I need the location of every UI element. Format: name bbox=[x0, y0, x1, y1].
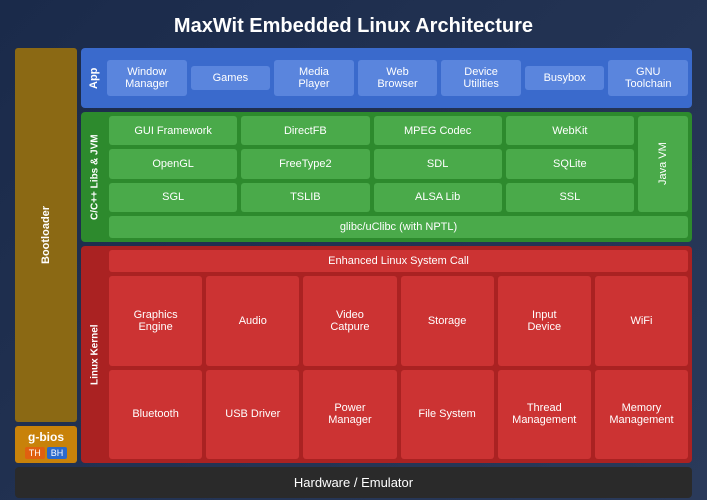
audio-item: Audio bbox=[206, 276, 299, 366]
libs-row-2: OpenGL FreeType2 SDL SQLite bbox=[109, 149, 634, 178]
gbios-box: g-bios TH BH bbox=[15, 426, 77, 463]
sgl-item: SGL bbox=[109, 183, 237, 212]
bh-badge: BH bbox=[47, 447, 68, 459]
javavm-item: Java VM bbox=[638, 116, 688, 212]
arch-body: Bootloader g-bios TH BH App WindowManage… bbox=[15, 48, 692, 463]
app-items: WindowManager Games MediaPlayer WebBrows… bbox=[107, 52, 688, 104]
input-device-item: InputDevice bbox=[498, 276, 591, 366]
bluetooth-item: Bluetooth bbox=[109, 370, 202, 460]
libs-layer: C/C++ Libs & JVM GUI Framework DirectFB … bbox=[81, 112, 692, 242]
libs-with-jvm: GUI Framework DirectFB MPEG Codec WebKit… bbox=[109, 116, 688, 212]
device-utilities-item: DeviceUtilities bbox=[441, 60, 521, 96]
directfb-item: DirectFB bbox=[241, 116, 369, 145]
kernel-layer-label: Linux Kernel bbox=[85, 250, 105, 459]
glibc-bar: glibc/uClibc (with NPTL) bbox=[109, 216, 688, 238]
busybox-item: Busybox bbox=[525, 66, 605, 90]
memory-management-item: MemoryManagement bbox=[595, 370, 688, 460]
libs-layer-label: C/C++ Libs & JVM bbox=[85, 116, 105, 238]
libs-row-1: GUI Framework DirectFB MPEG Codec WebKit bbox=[109, 116, 634, 145]
ssl-item: SSL bbox=[506, 183, 634, 212]
kernel-row-2: Bluetooth USB Driver PowerManager File S… bbox=[109, 370, 688, 460]
web-browser-item: WebBrowser bbox=[358, 60, 438, 96]
bootloader-column: Bootloader g-bios TH BH bbox=[15, 48, 77, 463]
layers-column: App WindowManager Games MediaPlayer WebB… bbox=[81, 48, 692, 463]
main-container: MaxWit Embedded Linux Architecture Bootl… bbox=[0, 0, 707, 500]
kernel-content: Enhanced Linux System Call GraphicsEngin… bbox=[109, 250, 688, 459]
gbios-title: g-bios bbox=[28, 430, 64, 444]
video-capture-item: VideoCatpure bbox=[303, 276, 396, 366]
opengl-item: OpenGL bbox=[109, 149, 237, 178]
gbios-badges: TH BH bbox=[25, 447, 68, 459]
hardware-bar: Hardware / Emulator bbox=[15, 467, 692, 498]
kernel-row-1: GraphicsEngine Audio VideoCatpure Storag… bbox=[109, 276, 688, 366]
app-layer: App WindowManager Games MediaPlayer WebB… bbox=[81, 48, 692, 108]
libs-row-3: SGL TSLIB ALSA Lib SSL bbox=[109, 183, 634, 212]
sdl-item: SDL bbox=[374, 149, 502, 178]
usb-driver-item: USB Driver bbox=[206, 370, 299, 460]
enhanced-bar: Enhanced Linux System Call bbox=[109, 250, 688, 272]
freetype2-item: FreeType2 bbox=[241, 149, 369, 178]
app-layer-label: App bbox=[85, 52, 103, 104]
alsa-lib-item: ALSA Lib bbox=[374, 183, 502, 212]
mpeg-codec-item: MPEG Codec bbox=[374, 116, 502, 145]
tslib-item: TSLIB bbox=[241, 183, 369, 212]
bootloader-label: Bootloader bbox=[15, 48, 77, 422]
sqlite-item: SQLite bbox=[506, 149, 634, 178]
wifi-item: WiFi bbox=[595, 276, 688, 366]
page-title: MaxWit Embedded Linux Architecture bbox=[15, 10, 692, 38]
libs-content: GUI Framework DirectFB MPEG Codec WebKit… bbox=[109, 116, 688, 238]
gui-framework-item: GUI Framework bbox=[109, 116, 237, 145]
games-item: Games bbox=[191, 66, 271, 90]
file-system-item: File System bbox=[401, 370, 494, 460]
storage-item: Storage bbox=[401, 276, 494, 366]
gnu-toolchain-item: GNUToolchain bbox=[608, 60, 688, 96]
thread-management-item: ThreadManagement bbox=[498, 370, 591, 460]
window-manager-item: WindowManager bbox=[107, 60, 187, 96]
power-manager-item: PowerManager bbox=[303, 370, 396, 460]
libs-rows: GUI Framework DirectFB MPEG Codec WebKit… bbox=[109, 116, 634, 212]
webkit-item: WebKit bbox=[506, 116, 634, 145]
kernel-layer: Linux Kernel Enhanced Linux System Call … bbox=[81, 246, 692, 463]
media-player-item: MediaPlayer bbox=[274, 60, 354, 96]
graphics-engine-item: GraphicsEngine bbox=[109, 276, 202, 366]
th-badge: TH bbox=[25, 447, 45, 459]
